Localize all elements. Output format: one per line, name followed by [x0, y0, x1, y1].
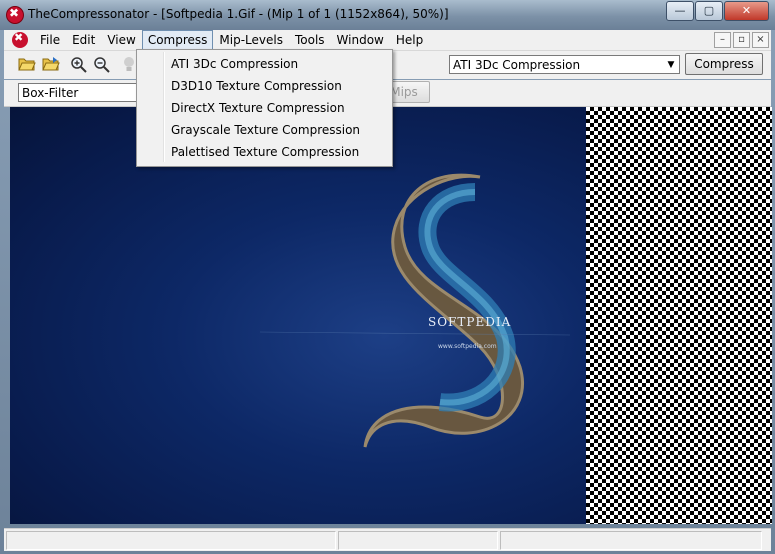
minimize-button[interactable]: — [666, 1, 694, 21]
open-folder-icon[interactable] [18, 56, 36, 74]
menu-edit[interactable]: Edit [66, 30, 101, 50]
menu-item-palettised[interactable]: Palettised Texture Compression [171, 141, 359, 163]
close-button[interactable]: ✕ [724, 1, 769, 21]
menu-help[interactable]: Help [390, 30, 429, 50]
menu-window[interactable]: Window [331, 30, 390, 50]
menu-mip-levels[interactable]: Mip-Levels [213, 30, 289, 50]
title-bar[interactable]: TheCompressonator - [Softpedia 1.Gif - (… [0, 0, 775, 30]
menu-bar: File Edit View Compress Mip-Levels Tools… [4, 30, 771, 51]
compress-button[interactable]: Compress [685, 53, 763, 75]
maximize-button[interactable]: ▢ [695, 1, 723, 21]
chevron-down-icon: ▼ [667, 60, 675, 70]
menu-item-d3d10[interactable]: D3D10 Texture Compression [171, 75, 342, 97]
compression-type-value: ATI 3Dc Compression [453, 58, 581, 72]
status-pane-2 [338, 531, 498, 550]
app-window: TheCompressonator - [Softpedia 1.Gif - (… [0, 0, 775, 554]
caption-buttons: — ▢ ✕ [665, 1, 769, 21]
mdi-controls: – ▫ × [712, 32, 769, 48]
status-pane-main [6, 531, 336, 550]
status-bar [4, 528, 771, 551]
mdi-restore-button[interactable]: ▫ [733, 32, 750, 48]
transparency-checkerboard [586, 107, 772, 524]
menu-icon-strip [163, 52, 165, 162]
softpedia-url: www.softpedia.com [438, 343, 497, 350]
mdi-close-button[interactable]: × [752, 32, 769, 48]
zoom-in-icon[interactable] [70, 56, 88, 74]
window-title: TheCompressonator - [Softpedia 1.Gif - (… [28, 7, 449, 21]
texture-image: SOFTPEDIA www.softpedia.com [10, 107, 586, 524]
menu-item-grayscale[interactable]: Grayscale Texture Compression [171, 119, 360, 141]
compress-dropdown-menu: ATI 3Dc Compression D3D10 Texture Compre… [136, 49, 393, 167]
document-icon[interactable] [12, 31, 28, 48]
menu-item-ati-3dc[interactable]: ATI 3Dc Compression [171, 53, 298, 75]
zoom-out-icon[interactable] [93, 56, 111, 74]
filter-value: Box-Filter [22, 86, 79, 100]
compression-type-select[interactable]: ATI 3Dc Compression ▼ [449, 55, 680, 74]
filter-select[interactable]: Box-Filter [18, 83, 144, 102]
softpedia-watermark: SOFTPEDIA [428, 315, 512, 329]
menu-file[interactable]: File [34, 30, 66, 50]
menu-tools[interactable]: Tools [289, 30, 331, 50]
menu-item-directx[interactable]: DirectX Texture Compression [171, 97, 345, 119]
open-recent-icon[interactable] [42, 56, 60, 74]
menu-items: File Edit View Compress Mip-Levels Tools… [34, 30, 429, 50]
menu-compress[interactable]: Compress [141, 30, 214, 50]
menu-view[interactable]: View [101, 30, 141, 50]
mdi-minimize-button[interactable]: – [714, 32, 731, 48]
app-icon[interactable] [6, 6, 24, 24]
image-viewport[interactable]: SOFTPEDIA www.softpedia.com [10, 107, 772, 524]
status-pane-3 [500, 531, 762, 550]
